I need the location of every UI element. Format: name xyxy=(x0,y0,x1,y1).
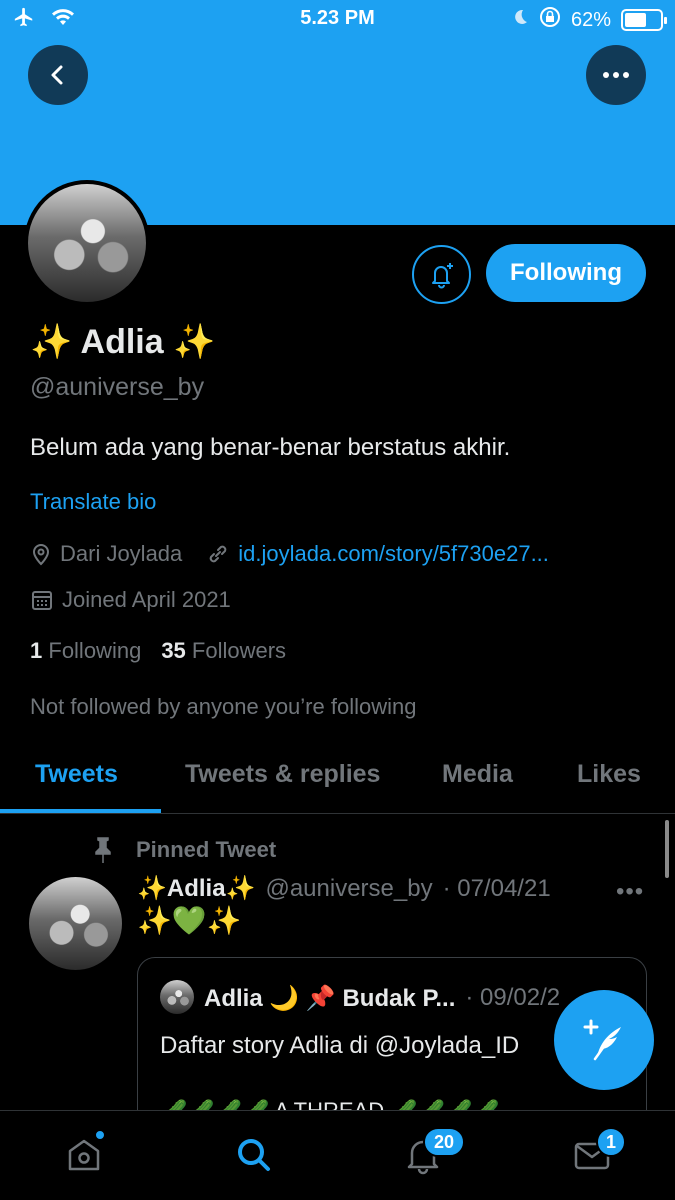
joined-row: Joined April 2021 xyxy=(30,587,231,613)
search-icon xyxy=(238,1139,270,1171)
tab-tweets[interactable]: Tweets xyxy=(35,760,118,789)
location-text: Dari Joylada xyxy=(60,541,183,566)
more-options-button[interactable] xyxy=(586,45,646,105)
pinned-tweet-label: Pinned Tweet xyxy=(136,837,277,862)
quoted-date: · 09/02/2 xyxy=(465,984,561,1011)
calendar-icon xyxy=(32,591,52,610)
quoted-text: Daftar story Adlia di @Joylada_ID xyxy=(160,1032,520,1059)
tab-likes[interactable]: Likes xyxy=(577,760,641,789)
translate-bio-link[interactable]: Translate bio xyxy=(30,489,156,515)
following-count-link[interactable]: 1 Following xyxy=(30,638,141,664)
pinned-label-row: Pinned Tweet xyxy=(90,836,276,864)
rotation-lock-icon xyxy=(539,6,561,34)
followers-count-link[interactable]: 35 Followers xyxy=(161,638,286,664)
quoted-author-avatar xyxy=(160,980,194,1014)
feather-plus-icon xyxy=(583,1019,621,1061)
battery-percent: 62% xyxy=(570,8,611,31)
tweet-author-avatar[interactable] xyxy=(29,877,122,970)
nav-search[interactable] xyxy=(232,1133,276,1177)
quoted-author-name: Adlia 🌙 📌 Budak P... xyxy=(204,985,456,1012)
messages-badge: 1 xyxy=(596,1127,626,1157)
joined-text: Joined April 2021 xyxy=(62,587,231,612)
not-followed-text: Not followed by anyone you’re following xyxy=(30,694,417,719)
tweet-date: · 07/04/21 xyxy=(442,874,551,902)
tweet-text: ✨💚✨ xyxy=(137,905,242,936)
profile-bio: Belum ada yang benar-benar berstatus akh… xyxy=(30,434,511,461)
tab-media[interactable]: Media xyxy=(442,760,513,789)
notifications-badge: 20 xyxy=(423,1127,465,1157)
home-icon xyxy=(68,1139,100,1171)
tweet-header: ✨Adlia✨ @auniverse_by · 07/04/21 xyxy=(137,874,551,903)
bell-plus-icon xyxy=(431,262,453,288)
link-icon xyxy=(210,545,227,563)
ellipsis-icon xyxy=(603,72,629,78)
follow-stats: 1 Following 35 Followers xyxy=(30,638,286,664)
nav-messages[interactable]: 1 xyxy=(570,1127,626,1177)
battery-icon xyxy=(621,9,667,31)
tweet-more-icon[interactable]: ••• xyxy=(616,878,644,906)
pin-icon xyxy=(95,837,111,863)
chevron-left-icon xyxy=(51,65,63,85)
profile-avatar[interactable] xyxy=(24,180,150,306)
nav-notifications[interactable]: 20 xyxy=(401,1127,465,1177)
profile-tabs: Tweets Tweets & replies Media Likes xyxy=(0,740,675,814)
following-button[interactable]: Following xyxy=(486,244,646,302)
tab-tweets-replies[interactable]: Tweets & replies xyxy=(185,760,380,789)
location-pin-icon xyxy=(32,544,50,566)
scrollbar[interactable] xyxy=(665,820,669,878)
bottom-navigation: 20 1 xyxy=(0,1110,675,1200)
compose-tweet-button[interactable] xyxy=(554,990,654,1090)
tweet-author-name[interactable]: ✨Adlia✨ xyxy=(137,874,255,903)
notify-bell-button[interactable] xyxy=(412,245,471,304)
back-button[interactable] xyxy=(28,45,88,105)
website-link[interactable]: id.joylada.com/story/5f730e27... xyxy=(238,541,549,567)
quoted-header: Adlia 🌙 📌 Budak P... · 09/02/2 xyxy=(204,984,560,1013)
moon-icon xyxy=(511,8,529,32)
profile-meta-row: Dari Joylada id.joylada.com/story/5f730e… xyxy=(30,541,549,567)
status-bar: 5.23 PM 62% xyxy=(0,0,675,38)
tweet-author-handle: @auniverse_by xyxy=(265,874,433,902)
profile-name: ✨ Adlia ✨ xyxy=(30,323,216,361)
active-tab-indicator xyxy=(0,809,161,813)
profile-handle: @auniverse_by xyxy=(30,373,205,401)
home-unread-dot xyxy=(94,1129,106,1141)
nav-home[interactable] xyxy=(62,1129,106,1177)
